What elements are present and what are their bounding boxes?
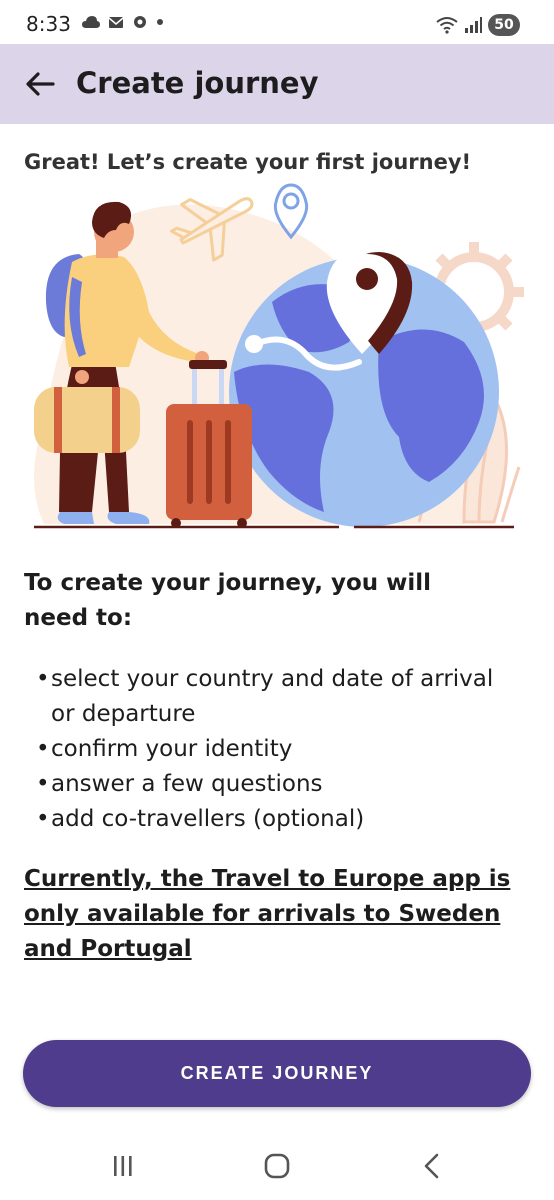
settings-icon — [134, 16, 146, 28]
status-bar: 8:33 50 — [0, 0, 554, 48]
mail-icon — [108, 17, 124, 28]
travel-illustration — [34, 183, 524, 529]
recents-icon — [114, 1156, 132, 1176]
cloud-icon — [82, 16, 100, 28]
app-bar: Create journey — [0, 44, 554, 124]
nav-back-button[interactable] — [412, 1150, 452, 1182]
home-button[interactable] — [257, 1150, 297, 1182]
system-nav-bar — [0, 1128, 554, 1200]
arrow-left-icon — [26, 72, 55, 96]
requirements-heading: To create your journey, you will need to… — [24, 570, 432, 631]
dot-icon — [157, 19, 163, 25]
intro-text: Great! Let’s create your first journey! — [24, 150, 472, 174]
signal-icon — [465, 17, 482, 33]
status-time: 8:33 — [26, 12, 71, 36]
battery-icon: 50 — [488, 14, 520, 36]
system-icons: 50 — [436, 14, 520, 36]
list-item: add co-travellers (optional) — [36, 802, 516, 837]
create-journey-button[interactable]: CREATE JOURNEY — [23, 1040, 531, 1107]
back-chevron-icon — [424, 1153, 439, 1179]
list-item: answer a few questions — [36, 767, 516, 802]
list-item: select your country and date of arrival … — [36, 662, 516, 732]
notification-icons — [82, 14, 164, 30]
availability-notice: Currently, the Travel to Europe app is o… — [24, 866, 511, 962]
list-item: confirm your identity — [36, 732, 516, 767]
home-icon — [264, 1153, 290, 1179]
back-button[interactable] — [22, 66, 58, 102]
page-title: Create journey — [76, 66, 319, 100]
wifi-icon — [436, 17, 458, 34]
recents-button[interactable] — [103, 1150, 143, 1182]
route-start — [245, 335, 263, 353]
requirements-list: select your country and date of arrival … — [36, 662, 516, 837]
